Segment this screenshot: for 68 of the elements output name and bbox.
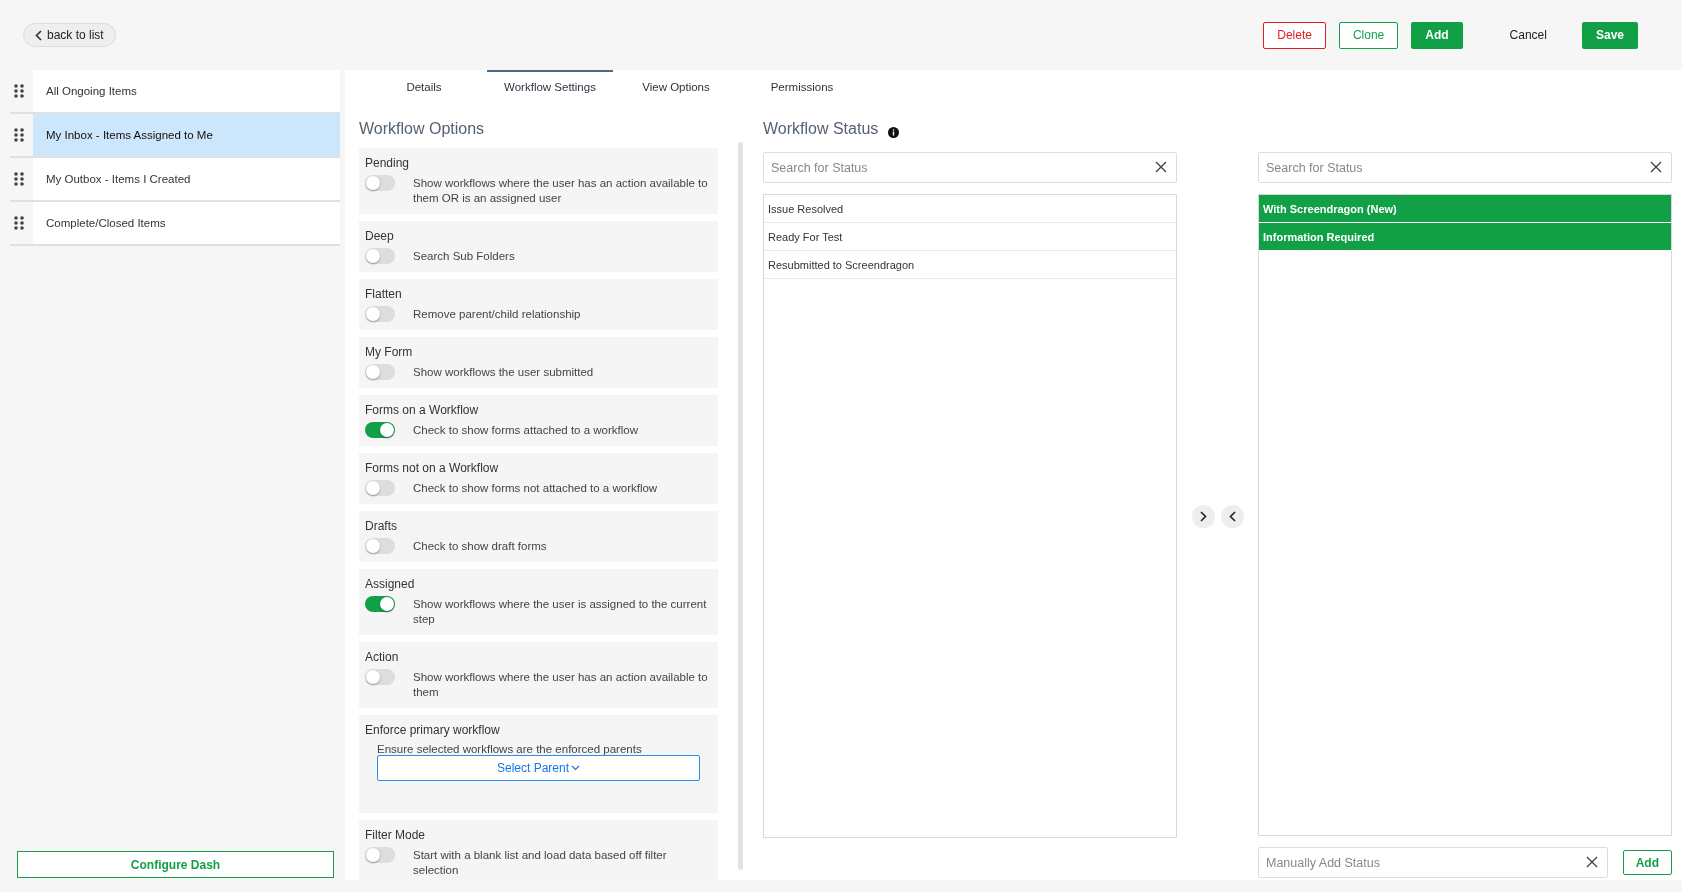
caret-icon — [571, 765, 580, 771]
option-description: Remove parent/child relationship — [413, 307, 581, 322]
add-status-field[interactable]: Manually Add Status — [1258, 847, 1608, 878]
option-description: Check to show forms attached to a workflow — [413, 423, 638, 438]
drag-handle-icon[interactable] — [14, 128, 24, 142]
move-left-button[interactable] — [1220, 504, 1244, 528]
option-label: Filter Mode — [365, 828, 427, 842]
section-title: Workflow Options — [359, 119, 486, 139]
move-right-button[interactable] — [1191, 504, 1215, 528]
chevron-left-icon — [1228, 510, 1236, 522]
status-item[interactable]: Issue Resolved — [764, 195, 1176, 223]
toggle-switch[interactable] — [365, 538, 395, 554]
option-description: Show workflows where the user has an action available to them OR is an assigned user — [413, 176, 709, 206]
close-icon[interactable] — [1650, 161, 1662, 173]
back-button[interactable]: back to list — [23, 23, 116, 47]
chevron-right-icon — [1199, 510, 1207, 522]
scrollbar[interactable] — [738, 142, 743, 870]
toggle-switch[interactable] — [365, 480, 395, 496]
option-label: My Form — [365, 345, 414, 359]
option-description: Ensure selected workflows are the enforced parents — [376, 743, 643, 755]
delete-button[interactable]: Delete — [1263, 21, 1326, 49]
option-description: Show workflows where the user has an action available to them — [413, 670, 709, 700]
action-button[interactable]: Clone — [1338, 21, 1399, 49]
toggle-switch[interactable] — [365, 175, 395, 191]
option-label: Flatten — [365, 287, 403, 301]
tab[interactable]: Workflow Settings — [487, 70, 613, 102]
toggle-switch[interactable] — [365, 847, 395, 863]
toggle-switch[interactable] — [365, 596, 395, 612]
close-icon[interactable] — [1585, 856, 1598, 868]
close-icon[interactable] — [1155, 161, 1167, 173]
drag-handle-icon[interactable] — [14, 172, 24, 186]
tab[interactable]: View Options — [613, 70, 739, 102]
drag-handle-icon[interactable] — [14, 84, 24, 98]
status-item[interactable]: Ready For Test — [764, 223, 1176, 251]
option-description: Check to show forms not attached to a workflow — [413, 481, 658, 496]
toggle-switch[interactable] — [365, 306, 395, 322]
option-label: Assigned — [365, 577, 416, 591]
option-label: Forms on a Workflow — [365, 403, 480, 417]
tab[interactable]: Details — [361, 70, 487, 102]
option-label: Deep — [365, 229, 395, 243]
toggle-switch[interactable] — [365, 422, 395, 438]
tab[interactable]: Permissions — [739, 70, 865, 102]
option-description: Start with a blank list and load data based off filter selection — [413, 848, 668, 878]
option-label: Enforce primary workflow — [365, 723, 501, 737]
option-description: Show workflows where the user is assigned to the current step — [413, 597, 708, 627]
status-item[interactable]: Resubmitted to Screendragon — [764, 251, 1176, 279]
search-field[interactable]: Search for Status — [763, 152, 1177, 183]
chevron-left-icon — [35, 29, 42, 41]
option-description: Show workflows the user submitted — [413, 365, 594, 380]
toggle-switch[interactable] — [365, 669, 395, 685]
info-icon — [888, 127, 900, 138]
select-parent-dropdown[interactable]: Select Parent — [377, 755, 700, 781]
sidebar-item[interactable]: My Outbox - Items I Created — [33, 158, 340, 200]
option-description: Check to show draft forms — [413, 539, 547, 554]
toggle-switch[interactable] — [365, 248, 395, 264]
option-description: Search Sub Folders — [413, 249, 515, 264]
drag-handle-icon[interactable] — [14, 216, 24, 230]
option-label: Action — [365, 650, 400, 664]
section-title: Workflow Status — [763, 120, 879, 138]
sidebar-item[interactable]: All Ongoing Items — [33, 70, 340, 112]
option-label: Forms not on a Workflow — [365, 461, 500, 475]
toggle-switch[interactable] — [365, 364, 395, 380]
action-button[interactable]: Cancel — [1495, 21, 1561, 49]
sidebar-item[interactable]: Complete/Closed Items — [33, 202, 340, 244]
sidebar-item[interactable]: My Inbox - Items Assigned to Me — [33, 114, 340, 156]
option-label: Drafts — [365, 519, 398, 533]
search-field[interactable]: Search for Status — [1258, 152, 1672, 183]
option-label: Pending — [365, 156, 411, 170]
